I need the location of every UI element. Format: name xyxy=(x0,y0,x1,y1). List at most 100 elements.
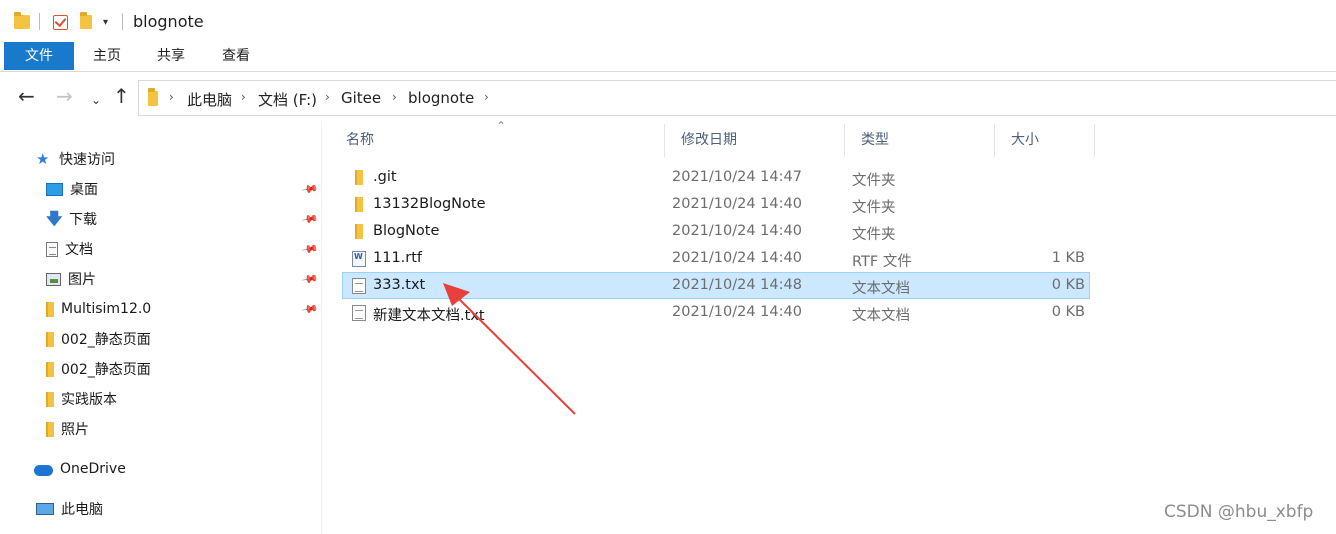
pin-icon[interactable]: 📌 xyxy=(301,210,320,229)
text-file-icon xyxy=(352,278,366,294)
folder-icon xyxy=(14,12,30,32)
sidebar-item-label: 文档 xyxy=(65,242,93,258)
column-header-date[interactable]: 修改日期 xyxy=(665,124,845,157)
tab-view[interactable]: 查看 xyxy=(214,42,258,70)
file-name: 13132BlogNote xyxy=(373,196,486,212)
sidebar-item-downloads[interactable]: 🡇 下载 xyxy=(46,206,97,232)
sidebar-item-static-page-2[interactable]: 002_静态页面 xyxy=(46,356,151,382)
file-row-selected[interactable]: 333.txt 2021/10/24 14:48 文本文档 0 KB xyxy=(342,272,1090,299)
separator xyxy=(122,13,123,30)
sidebar-item-label: 图片 xyxy=(68,272,96,288)
sidebar-item-label: 照片 xyxy=(61,422,89,438)
folder-icon xyxy=(355,197,363,212)
title-bar: ▾ blognote xyxy=(0,0,1336,42)
file-row[interactable]: .git 2021/10/24 14:47 文件夹 xyxy=(342,164,1090,191)
sidebar-item-label: 快速访问 xyxy=(59,152,115,168)
sidebar-item-label: 此电脑 xyxy=(61,502,103,518)
file-size: 1 KB xyxy=(1051,250,1085,266)
address-bar[interactable]: › 此电脑 › 文档 (F:) › Gitee › blognote › xyxy=(138,80,1336,116)
tab-file[interactable]: 文件 xyxy=(4,42,74,70)
back-arrow-icon[interactable]: ← xyxy=(18,86,35,106)
text-file-icon xyxy=(352,305,366,321)
sidebar-item-label: OneDrive xyxy=(60,461,126,477)
file-type: 文本文档 xyxy=(852,281,910,297)
computer-icon xyxy=(36,503,54,515)
separator xyxy=(39,13,40,30)
folder-icon xyxy=(148,88,158,106)
file-name: 111.rtf xyxy=(373,250,423,266)
customize-dropdown-icon[interactable]: ▾ xyxy=(103,12,108,32)
pin-icon[interactable]: 📌 xyxy=(301,300,320,319)
star-icon: ★ xyxy=(36,150,50,168)
file-type: 文件夹 xyxy=(852,200,896,216)
folder-icon xyxy=(46,331,54,347)
column-header-name[interactable]: 名称 xyxy=(330,124,665,157)
sidebar-item-label: 桌面 xyxy=(70,182,98,198)
up-arrow-icon[interactable]: ↑ xyxy=(113,86,130,106)
sidebar-item-practice-version[interactable]: 实践版本 xyxy=(46,386,117,412)
folder-icon xyxy=(46,301,54,317)
file-row[interactable]: BlogNote 2021/10/24 14:40 文件夹 xyxy=(342,218,1090,245)
document-icon xyxy=(46,241,58,257)
sidebar-item-onedrive[interactable]: OneDrive xyxy=(34,456,126,482)
pin-icon[interactable]: 📌 xyxy=(301,270,320,289)
file-name: BlogNote xyxy=(373,223,440,239)
sidebar-item-quick-access[interactable]: ★ 快速访问 xyxy=(36,146,115,172)
file-date: 2021/10/24 14:40 xyxy=(672,196,802,212)
forward-arrow-icon[interactable]: → xyxy=(56,86,73,106)
sidebar-item-documents[interactable]: 文档 xyxy=(46,236,93,262)
file-date: 2021/10/24 14:40 xyxy=(672,250,802,266)
ribbon-tabs: 文件 主页 共享 查看 xyxy=(0,42,1336,72)
sidebar-item-label: Multisim12.0 xyxy=(61,301,152,317)
new-folder-icon[interactable] xyxy=(80,12,92,32)
file-name: .git xyxy=(373,169,397,185)
pin-icon[interactable]: 📌 xyxy=(301,180,320,199)
file-name: 新建文本文档.txt xyxy=(373,308,485,324)
chevron-right-icon[interactable]: › xyxy=(484,90,489,104)
file-row[interactable]: 111.rtf 2021/10/24 14:40 RTF 文件 1 KB xyxy=(342,245,1090,272)
file-date: 2021/10/24 14:48 xyxy=(672,277,802,293)
sidebar-item-desktop[interactable]: 桌面 xyxy=(46,176,98,202)
sidebar-item-multisim[interactable]: Multisim12.0 xyxy=(46,296,151,322)
sidebar-item-label: 下载 xyxy=(69,212,97,228)
file-date: 2021/10/24 14:47 xyxy=(672,169,802,185)
pin-icon[interactable]: 📌 xyxy=(301,240,320,259)
navigation-pane: ★ 快速访问 桌面 📌 🡇 下载 📌 文档 📌 图片 📌 Multisim12.… xyxy=(0,122,322,534)
file-size: 0 KB xyxy=(1051,304,1085,320)
sidebar-item-label: 002_静态页面 xyxy=(61,332,151,348)
chevron-right-icon[interactable]: › xyxy=(169,90,174,104)
folder-icon xyxy=(355,170,363,185)
chevron-right-icon[interactable]: › xyxy=(241,90,246,104)
sidebar-item-static-page-1[interactable]: 002_静态页面 xyxy=(46,326,151,352)
file-row[interactable]: 新建文本文档.txt 2021/10/24 14:40 文本文档 0 KB xyxy=(342,299,1090,326)
column-header-size[interactable]: 大小 xyxy=(995,124,1095,157)
picture-icon xyxy=(46,272,61,286)
breadcrumb-blognote[interactable]: blognote xyxy=(408,89,474,107)
breadcrumb-this-pc[interactable]: 此电脑 xyxy=(187,89,232,110)
folder-icon xyxy=(46,421,54,437)
file-type: 文件夹 xyxy=(852,227,896,243)
chevron-right-icon[interactable]: › xyxy=(325,90,330,104)
sidebar-item-label: 002_静态页面 xyxy=(61,362,151,378)
folder-icon xyxy=(46,361,54,377)
tab-home[interactable]: 主页 xyxy=(85,42,129,70)
chevron-right-icon[interactable]: › xyxy=(392,90,397,104)
column-header-type[interactable]: 类型 xyxy=(845,124,995,157)
file-type: 文本文档 xyxy=(852,308,910,324)
download-icon: 🡇 xyxy=(46,209,63,228)
breadcrumb-gitee[interactable]: Gitee xyxy=(341,89,381,107)
properties-check-icon[interactable] xyxy=(53,12,68,32)
window-title: blognote xyxy=(133,12,204,31)
breadcrumb-drive-f[interactable]: 文档 (F:) xyxy=(258,89,317,110)
sidebar-item-pictures[interactable]: 图片 xyxy=(46,266,96,292)
file-name: 333.txt xyxy=(373,277,426,293)
file-row[interactable]: 13132BlogNote 2021/10/24 14:40 文件夹 xyxy=(342,191,1090,218)
tab-share[interactable]: 共享 xyxy=(149,42,193,70)
folder-icon xyxy=(46,391,54,407)
sidebar-item-this-pc[interactable]: 此电脑 xyxy=(36,496,103,522)
file-date: 2021/10/24 14:40 xyxy=(672,223,802,239)
recent-locations-chevron-down-icon[interactable]: ⌄ xyxy=(91,90,101,110)
folder-icon xyxy=(355,224,363,239)
file-type: RTF 文件 xyxy=(852,254,912,270)
sidebar-item-photos[interactable]: 照片 xyxy=(46,416,89,442)
